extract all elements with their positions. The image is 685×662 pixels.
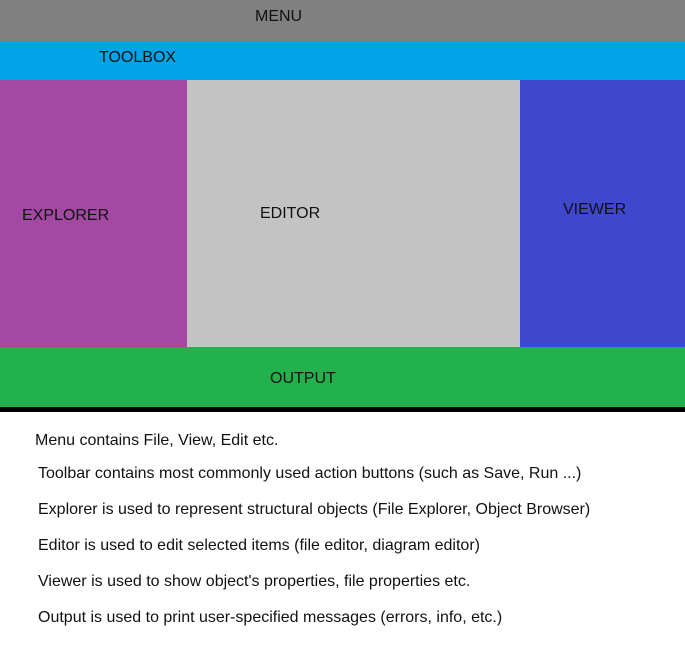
divider bbox=[0, 407, 685, 412]
editor-region: EDITOR bbox=[187, 80, 520, 347]
viewer-region: VIEWER bbox=[520, 80, 685, 347]
explorer-label: EXPLORER bbox=[22, 207, 110, 224]
explorer-region: EXPLORER bbox=[0, 80, 187, 347]
menu-region: MENU bbox=[0, 0, 685, 42]
toolbar-description: Toolbar contains most commonly used acti… bbox=[38, 465, 582, 482]
editor-label: EDITOR bbox=[260, 205, 321, 222]
toolbox-region: TOOLBOX bbox=[0, 42, 685, 80]
output-region: OUTPUT bbox=[0, 347, 685, 407]
viewer-description: Viewer is used to show object's properti… bbox=[38, 573, 471, 590]
editor-description: Editor is used to edit selected items (f… bbox=[38, 537, 480, 554]
menu-label: MENU bbox=[255, 8, 303, 25]
toolbox-label: TOOLBOX bbox=[99, 49, 177, 66]
menu-description: Menu contains File, View, Edit etc. bbox=[35, 432, 279, 449]
output-description: Output is used to print user-specified m… bbox=[38, 609, 503, 626]
explorer-description: Explorer is used to represent structural… bbox=[38, 501, 591, 518]
output-label: OUTPUT bbox=[270, 370, 336, 387]
viewer-label: VIEWER bbox=[563, 201, 627, 218]
